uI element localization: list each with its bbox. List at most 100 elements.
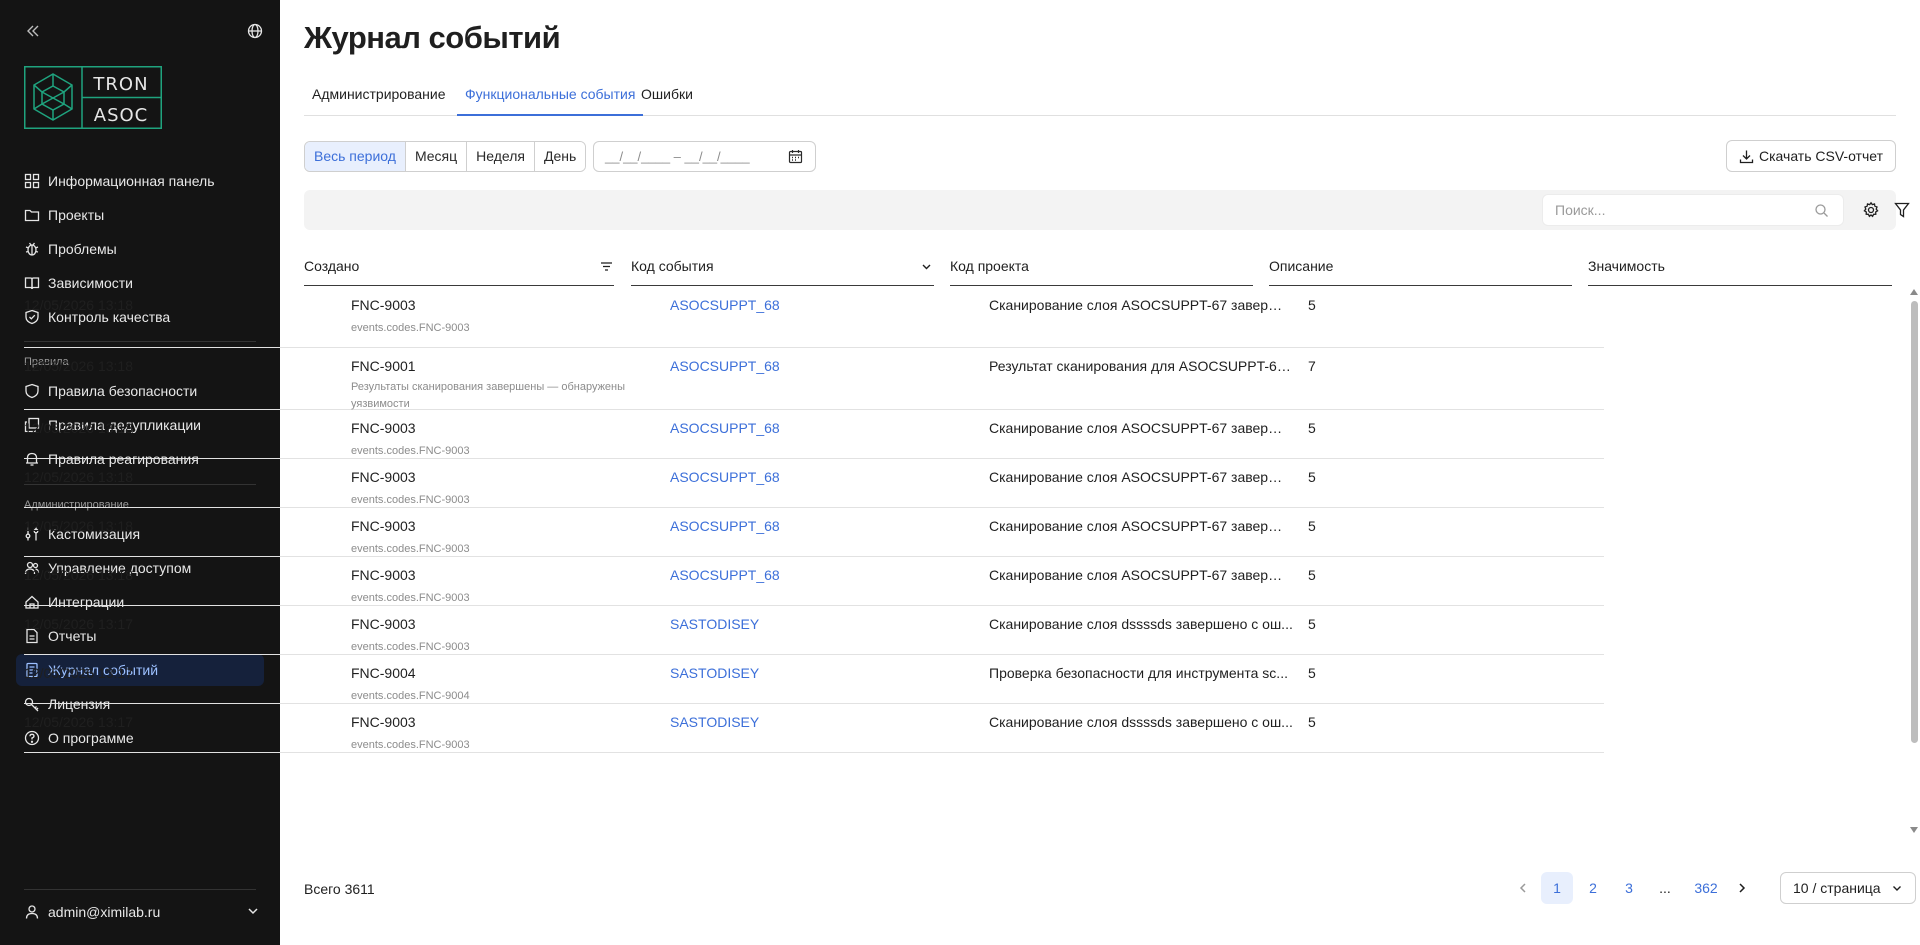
events-table-body: 12/05/2026 13:18 FNC-9003 events.codes.FN… bbox=[24, 287, 1616, 835]
column-header-event-code[interactable]: Код события bbox=[631, 248, 934, 286]
sidebar-divider bbox=[24, 889, 256, 890]
period-all-button[interactable]: Весь период bbox=[305, 142, 406, 171]
table-row[interactable]: 12/05/2026 13:18 FNC-9001 Результаты скан… bbox=[24, 348, 1604, 410]
cell-project-link[interactable]: SASTODISEY bbox=[670, 714, 759, 730]
table-row[interactable]: 12/05/2026 13:17 FNC-9004 events.codes.FN… bbox=[24, 655, 1604, 704]
scrollbar-thumb[interactable] bbox=[1911, 301, 1918, 743]
cell-description: Проверка безопасности для инструмента sc… bbox=[989, 665, 1288, 681]
chevron-right-icon[interactable] bbox=[1735, 881, 1749, 895]
column-header-description[interactable]: Описание bbox=[1269, 248, 1572, 286]
event-code: FNC-9003 bbox=[351, 714, 416, 730]
column-header-label: Значимость bbox=[1588, 258, 1665, 274]
scroll-up-arrow-icon[interactable] bbox=[1910, 289, 1918, 295]
date-range-picker[interactable]: __/__/____ – __/__/____ bbox=[593, 141, 816, 172]
sidebar-top bbox=[24, 22, 264, 42]
cell-severity: 5 bbox=[1308, 616, 1316, 632]
table-row[interactable]: 12/05/2026 13:18 FNC-9003 events.codes.FN… bbox=[24, 410, 1604, 459]
logo-text-asoc: ASOC bbox=[94, 105, 148, 126]
table-row[interactable]: 12/05/2026 13:17 FNC-9003 events.codes.FN… bbox=[24, 606, 1604, 655]
search-box bbox=[1542, 194, 1844, 226]
event-code: FNC-9003 bbox=[351, 420, 416, 436]
event-code-subtitle: events.codes.FNC-9004 bbox=[351, 690, 470, 702]
page-button-3[interactable]: 3 bbox=[1613, 872, 1645, 904]
page-title: Журнал событий bbox=[304, 20, 561, 55]
sidebar-item-label: Проекты bbox=[48, 207, 105, 223]
cell-severity: 5 bbox=[1308, 469, 1316, 485]
collapse-sidebar-icon[interactable] bbox=[24, 22, 42, 40]
language-globe-icon[interactable] bbox=[246, 22, 264, 40]
page-size-select[interactable]: 10 / страница bbox=[1780, 872, 1916, 904]
page-button-1[interactable]: 1 bbox=[1541, 872, 1573, 904]
download-csv-button[interactable]: Скачать CSV-отчет bbox=[1726, 140, 1896, 172]
date-range-placeholder: __/__/____ – __/__/____ bbox=[605, 149, 750, 164]
cell-created: 12/05/2026 13:18 bbox=[24, 297, 133, 313]
cell-project-link[interactable]: ASOCSUPPT_68 bbox=[670, 518, 780, 534]
cell-event-code: FNC-9003 events.codes.FNC-9003 bbox=[351, 518, 651, 558]
filter-icon[interactable] bbox=[1894, 201, 1910, 219]
cell-created: 12/05/2026 13:17 bbox=[24, 665, 133, 681]
cell-project-link[interactable]: SASTODISEY bbox=[670, 616, 759, 632]
search-input[interactable] bbox=[1543, 195, 1793, 225]
sort-icon[interactable] bbox=[599, 259, 614, 274]
cell-severity: 7 bbox=[1308, 358, 1316, 374]
tab-administration[interactable]: Администрирование bbox=[304, 84, 454, 116]
cell-severity: 5 bbox=[1308, 518, 1316, 534]
table-row[interactable]: 12/05/2026 13:17 FNC-9003 events.codes.FN… bbox=[24, 704, 1604, 753]
event-code: FNC-9001 bbox=[351, 358, 416, 374]
calendar-icon bbox=[788, 150, 803, 164]
tabs: Администрирование Функциональные события… bbox=[304, 84, 1896, 116]
event-code-subtitle: events.codes.FNC-9003 bbox=[351, 445, 470, 457]
tab-functional-events[interactable]: Функциональные события bbox=[457, 84, 644, 116]
cell-created: 12/05/2026 13:17 bbox=[24, 616, 133, 632]
scroll-down-arrow-icon[interactable] bbox=[1910, 827, 1918, 833]
cell-event-code: FNC-9004 events.codes.FNC-9004 bbox=[351, 665, 651, 705]
event-code-subtitle: Результаты сканирования завершены — обна… bbox=[351, 381, 626, 410]
table-row[interactable]: 12/05/2026 13:18 FNC-9003 events.codes.FN… bbox=[24, 557, 1604, 606]
period-segmented-control: Весь период Месяц Неделя День bbox=[304, 141, 587, 172]
user-menu[interactable]: admin@ximilab.ru bbox=[24, 902, 260, 922]
sidebar-item-problems[interactable]: Проблемы bbox=[16, 233, 264, 265]
period-month-button[interactable]: Месяц bbox=[405, 142, 468, 171]
event-code: FNC-9003 bbox=[351, 469, 416, 485]
cell-event-code: FNC-9003 events.codes.FNC-9003 bbox=[351, 714, 651, 754]
column-header-label: Описание bbox=[1269, 258, 1334, 274]
table-settings-gear-icon[interactable] bbox=[1862, 201, 1880, 219]
cell-project-link[interactable]: ASOCSUPPT_68 bbox=[670, 358, 780, 374]
page-button-2[interactable]: 2 bbox=[1577, 872, 1609, 904]
event-code: FNC-9003 bbox=[351, 616, 416, 632]
column-header-severity[interactable]: Значимость bbox=[1588, 248, 1892, 286]
table-row[interactable]: 12/05/2026 13:18 FNC-9003 events.codes.FN… bbox=[24, 287, 1604, 348]
table-row[interactable]: 12/05/2026 13:18 FNC-9003 events.codes.FN… bbox=[24, 459, 1604, 508]
event-code-subtitle: events.codes.FNC-9003 bbox=[351, 543, 470, 555]
column-header-project-code[interactable]: Код проекта bbox=[950, 248, 1253, 286]
table-row[interactable]: 12/05/2026 13:18 FNC-9003 events.codes.FN… bbox=[24, 508, 1604, 557]
cell-project-link[interactable]: SASTODISEY bbox=[670, 665, 759, 681]
sidebar-item-dashboard[interactable]: Информационная панель bbox=[16, 165, 264, 197]
period-week-button[interactable]: Неделя bbox=[467, 142, 535, 171]
cell-project-link[interactable]: ASOCSUPPT_68 bbox=[670, 297, 780, 313]
cell-event-code: FNC-9003 events.codes.FNC-9003 bbox=[351, 297, 651, 337]
sidebar-item-projects[interactable]: Проекты bbox=[16, 199, 264, 231]
table-scrollbar[interactable] bbox=[1908, 287, 1920, 835]
event-code: FNC-9003 bbox=[351, 567, 416, 583]
chevron-down-icon[interactable] bbox=[919, 259, 934, 274]
cell-severity: 5 bbox=[1308, 714, 1316, 730]
event-code-subtitle: events.codes.FNC-9003 bbox=[351, 322, 470, 334]
chevron-left-icon[interactable] bbox=[1516, 881, 1530, 895]
cell-project-link[interactable]: ASOCSUPPT_68 bbox=[670, 469, 780, 485]
column-header-created[interactable]: Создано bbox=[304, 248, 614, 286]
column-header-label: Код проекта bbox=[950, 258, 1029, 274]
bug-icon bbox=[25, 242, 39, 256]
period-day-button[interactable]: День bbox=[535, 142, 586, 171]
cell-severity: 5 bbox=[1308, 567, 1316, 583]
chevron-down-icon bbox=[248, 908, 258, 915]
cell-project-link[interactable]: ASOCSUPPT_68 bbox=[670, 567, 780, 583]
search-icon[interactable] bbox=[1814, 203, 1829, 218]
tab-errors[interactable]: Ошибки bbox=[633, 84, 701, 116]
cell-project-link[interactable]: ASOCSUPPT_68 bbox=[670, 420, 780, 436]
page-button-last[interactable]: 362 bbox=[1687, 872, 1725, 904]
table-toolbar bbox=[304, 190, 1910, 230]
cell-description: Сканирование слоя ASOCSUPPT-67 заверше..… bbox=[989, 420, 1293, 436]
cell-event-code: FNC-9003 events.codes.FNC-9003 bbox=[351, 469, 651, 509]
tron-asoc-logo: TRON ASOC bbox=[24, 66, 162, 129]
